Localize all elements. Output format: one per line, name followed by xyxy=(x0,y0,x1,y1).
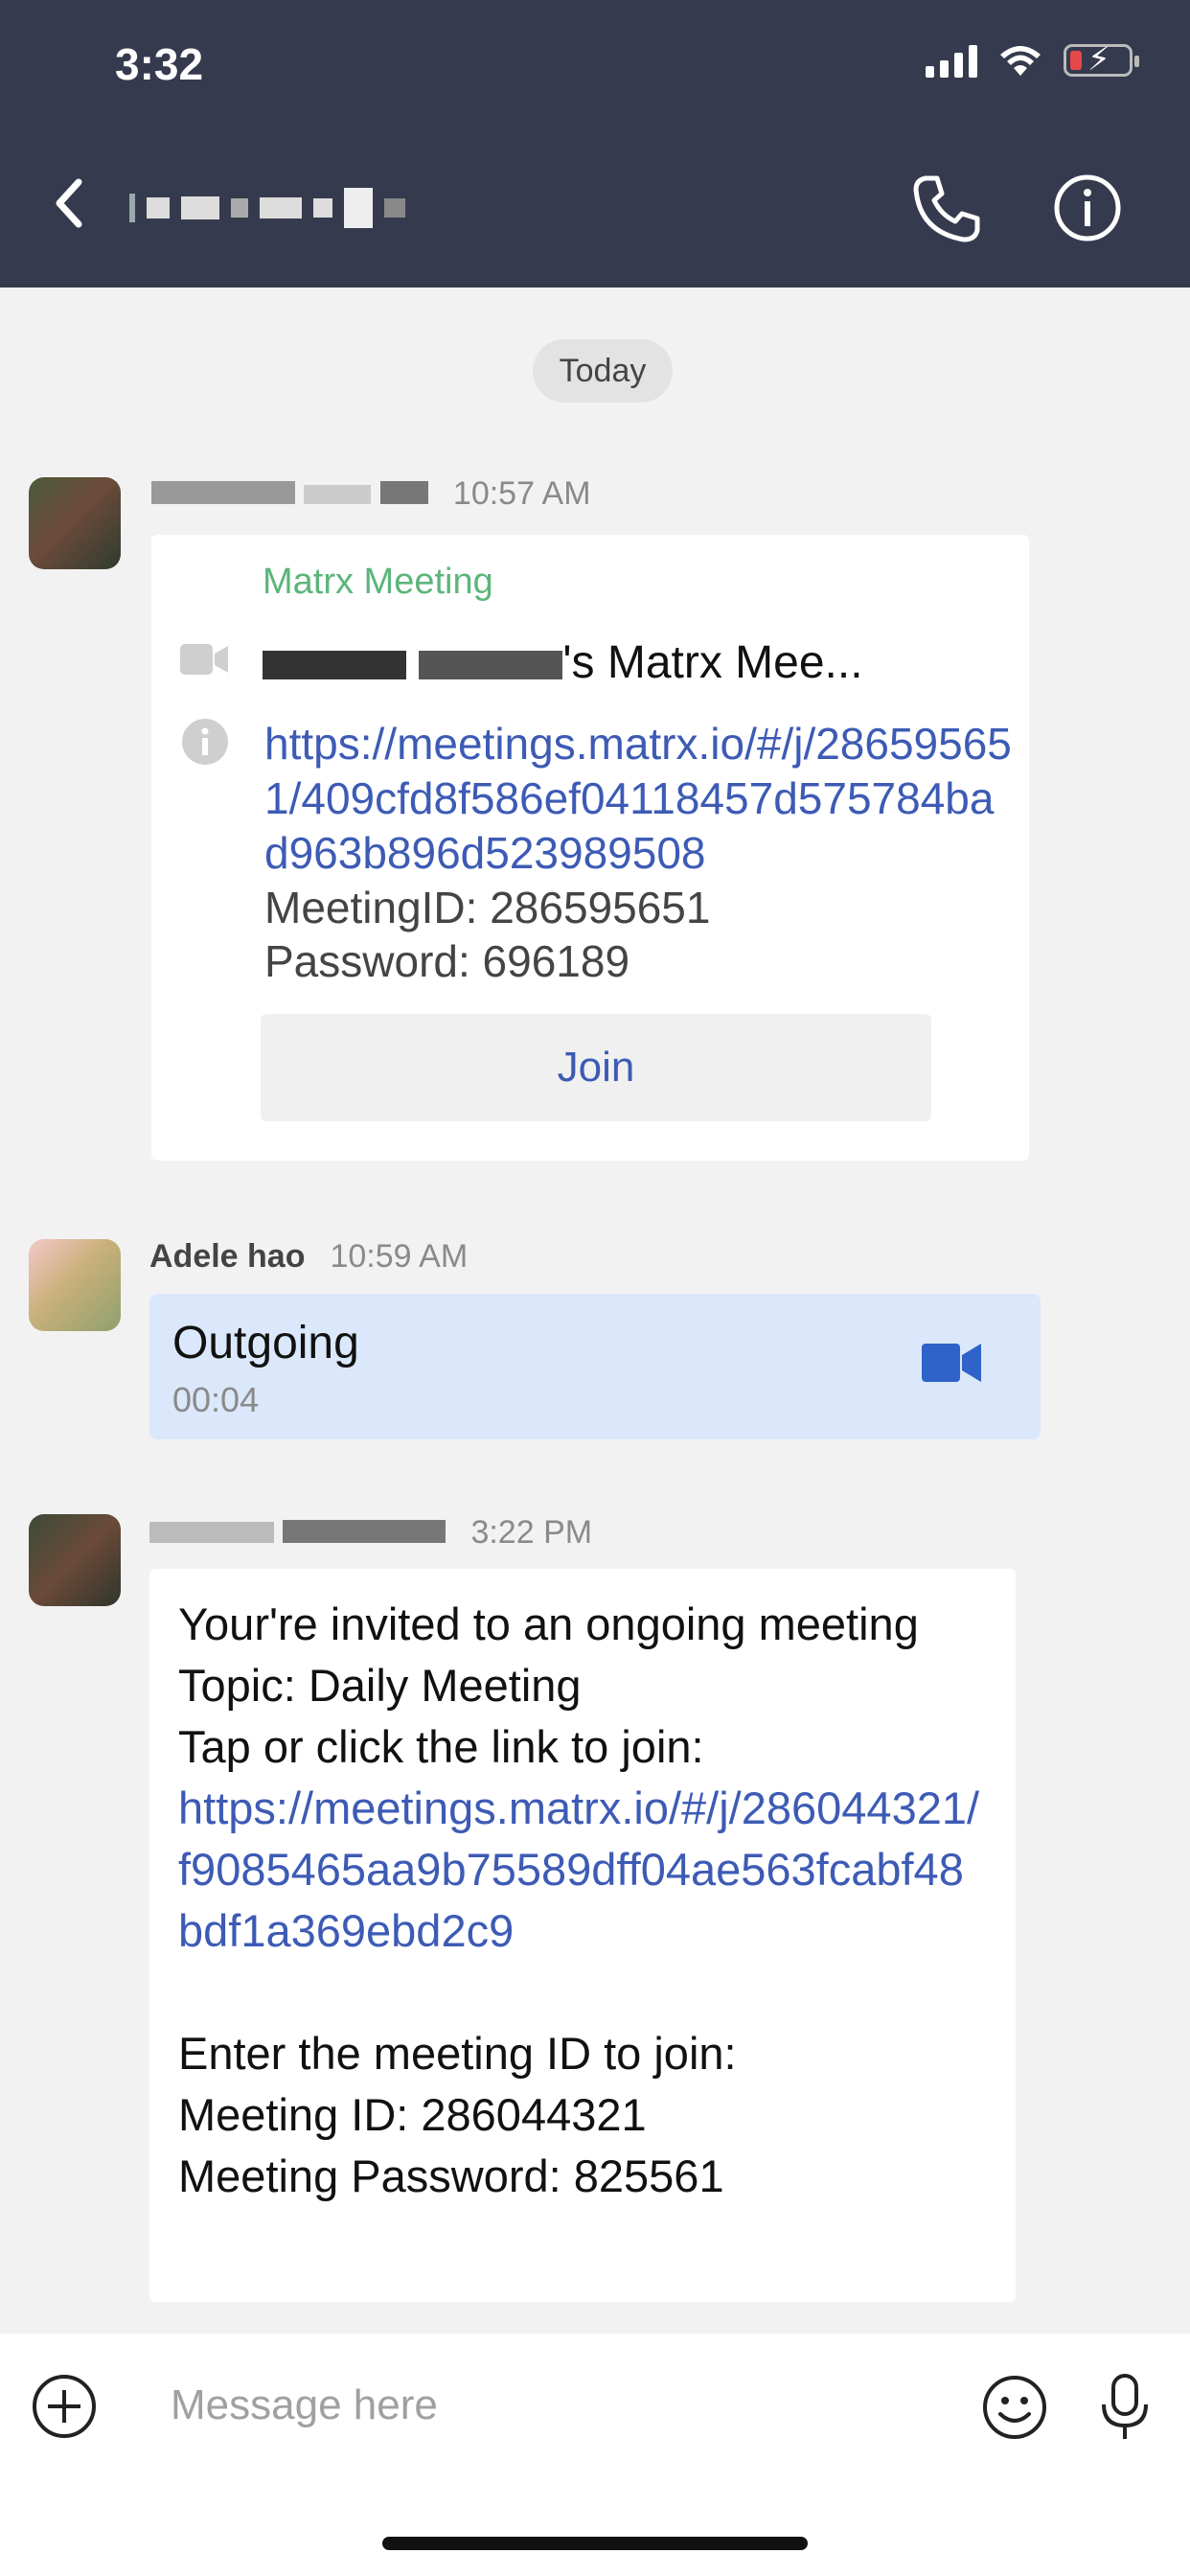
phone-icon[interactable] xyxy=(910,172,983,245)
video-camera-icon xyxy=(922,1344,981,1382)
avatar[interactable] xyxy=(29,477,121,569)
call-type: Outgoing xyxy=(172,1318,359,1368)
invite-link[interactable]: https://meetings.matrx.io/#/j/286044321/… xyxy=(178,1778,987,1962)
message-time: 10:57 AM xyxy=(452,475,591,512)
message-time: 10:59 AM xyxy=(330,1238,469,1275)
info-icon[interactable] xyxy=(1052,172,1123,243)
join-button[interactable]: Join xyxy=(261,1014,931,1121)
message-meta: 10:57 AM xyxy=(151,475,591,513)
avatar[interactable] xyxy=(29,1514,121,1606)
home-indicator xyxy=(382,2537,808,2550)
meeting-link[interactable]: https://meetings.matrx.io/#/j/286595651/… xyxy=(264,717,1012,881)
header-bar: 3:32 ⚡ xyxy=(0,0,1190,288)
invite-topic: Topic: Daily Meeting xyxy=(178,1660,582,1711)
meeting-brand: Matrx Meeting xyxy=(263,562,493,602)
add-icon[interactable] xyxy=(31,2373,98,2440)
info-circle-icon xyxy=(182,719,228,765)
emoji-icon[interactable] xyxy=(981,2374,1048,2441)
message-time: 3:22 PM xyxy=(470,1514,593,1551)
meeting-card[interactable]: Matrx Meeting 's Matrx Mee... https://me… xyxy=(151,535,1029,1161)
contact-name-redacted[interactable] xyxy=(129,188,405,228)
meeting-password: Password: 696189 xyxy=(264,936,630,986)
composer-bar: Message here xyxy=(0,2334,1190,2576)
sender-name-redacted xyxy=(151,475,428,513)
invite-line: Your're invited to an ongoing meeting xyxy=(178,1598,919,1649)
avatar[interactable] xyxy=(29,1239,121,1331)
back-icon[interactable] xyxy=(50,176,88,230)
call-duration: 00:04 xyxy=(172,1380,260,1419)
invite-line: Enter the meeting ID to join: xyxy=(178,2028,737,2079)
status-icons: ⚡ xyxy=(926,41,1139,78)
chat-area[interactable]: Today 10:57 AM Matrx Meeting 's Matrx Me… xyxy=(0,288,1190,2334)
invite-line: Tap or click the link to join: xyxy=(178,1721,704,1772)
message-meta: 3:22 PM xyxy=(149,1514,592,1552)
microphone-icon[interactable] xyxy=(1100,2374,1150,2443)
meeting-title: 's Matrx Mee... xyxy=(263,636,1010,689)
sender-name: Adele hao xyxy=(149,1238,306,1275)
message-input[interactable]: Message here xyxy=(171,2381,438,2429)
wifi-icon xyxy=(1000,46,1041,76)
battery-icon: ⚡ xyxy=(1064,41,1139,78)
date-divider: Today xyxy=(533,339,673,402)
message-meta: Adele hao 10:59 AM xyxy=(149,1238,468,1276)
status-time: 3:32 xyxy=(115,39,204,89)
sender-name-redacted xyxy=(149,1514,446,1552)
video-camera-icon xyxy=(180,644,228,675)
invite-meeting-password: Meeting Password: 825561 xyxy=(178,2150,724,2201)
call-record-bubble[interactable]: Outgoing 00:04 xyxy=(149,1294,1041,1439)
invite-text-bubble[interactable]: Your're invited to an ongoing meeting To… xyxy=(149,1569,1016,2302)
meeting-id: MeetingID: 286595651 xyxy=(264,883,711,932)
signal-icon xyxy=(926,43,977,78)
invite-meeting-id: Meeting ID: 286044321 xyxy=(178,2089,647,2140)
